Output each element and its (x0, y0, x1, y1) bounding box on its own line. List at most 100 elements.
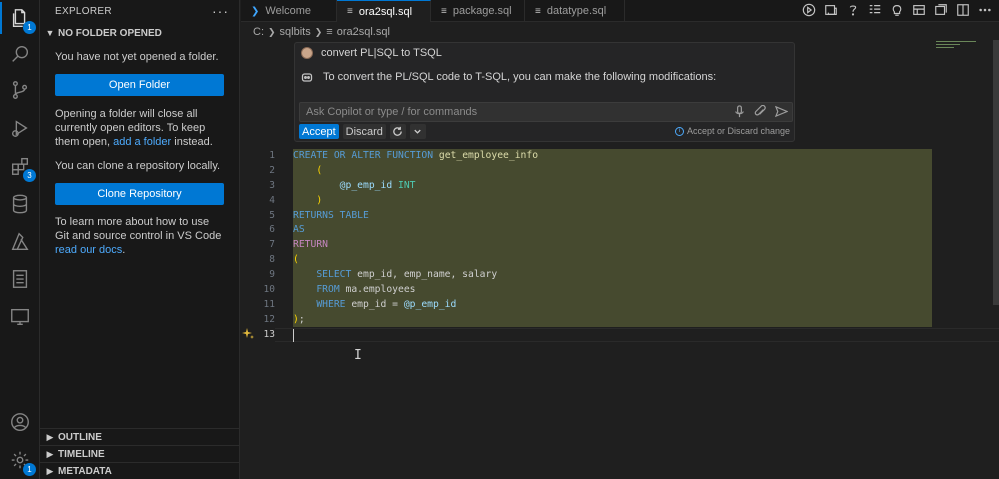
timeline-section[interactable]: ▶ TIMELINE (40, 445, 239, 462)
chevron-right-icon: ▶ (46, 465, 54, 476)
metadata-section[interactable]: ▶ METADATA (40, 462, 239, 479)
discard-button[interactable]: Discard (342, 124, 386, 139)
tab-ora2sql[interactable]: ≡ ora2sql.sql (337, 0, 431, 22)
code-line[interactable]: ( (293, 253, 932, 268)
tab-welcome[interactable]: ❯ Welcome (241, 0, 337, 22)
new-query-icon[interactable] (933, 2, 949, 18)
line-number: 5 (269, 209, 275, 221)
vertical-scrollbar[interactable] (993, 40, 999, 305)
breadcrumb: C: ❯ sqlbits ❯ ≡ ora2sql.sql (253, 24, 390, 40)
run-icon[interactable] (801, 2, 817, 18)
split-editor-icon[interactable] (955, 2, 971, 18)
sidebar-title: EXPLORER (55, 5, 112, 17)
code-line[interactable]: CREATE OR ALTER FUNCTION get_employee_in… (293, 149, 932, 164)
code-line[interactable]: FROM ma.employees (293, 283, 932, 298)
sidebar-header: EXPLORER ··· (40, 0, 239, 22)
git-docs-end: . (122, 244, 126, 256)
file-icon: ≡ (441, 5, 447, 17)
chevron-down-icon[interactable] (409, 124, 426, 139)
source-control-icon[interactable] (8, 78, 32, 102)
outline-label: OUTLINE (58, 431, 102, 443)
database-icon[interactable] (8, 192, 32, 216)
chevron-right-icon: ❯ (268, 26, 276, 37)
code-line[interactable]: @p_emp_id INT (293, 179, 932, 194)
breadcrumb-folder[interactable]: sqlbits (280, 26, 311, 38)
extensions-icon[interactable]: 3 (8, 154, 36, 182)
extensions-badge: 3 (23, 169, 36, 182)
copilot-response-row: To convert the PL/SQL code to T-SQL, you… (301, 71, 716, 83)
settings-gear-icon[interactable]: 1 (8, 448, 36, 476)
git-docs-message: To learn more about how to use Git and s… (40, 215, 239, 257)
explorer-icon[interactable]: 1 (8, 6, 36, 34)
outline-section[interactable]: ▶ OUTLINE (40, 428, 239, 445)
section-title: NO FOLDER OPENED (58, 27, 162, 39)
microphone-icon[interactable] (733, 105, 746, 121)
editor-tabs: ❯ Welcome ≡ ora2sql.sql ≡ package.sql ≡ … (241, 0, 999, 22)
tab-label: ora2sql.sql (358, 5, 413, 18)
code-line[interactable]: WHERE emp_id = @p_emp_id (293, 298, 932, 313)
copilot-input[interactable]: Ask Copilot or type / for commands (299, 102, 793, 122)
line-number: 8 (269, 254, 275, 266)
code-content[interactable]: CREATE OR ALTER FUNCTION get_employee_in… (293, 149, 932, 343)
read-docs-link[interactable]: read our docs (55, 244, 122, 256)
run-debug-icon[interactable] (8, 116, 32, 140)
open-folder-button[interactable]: Open Folder (55, 74, 224, 96)
line-number: 11 (263, 298, 275, 310)
azure-icon[interactable] (8, 230, 32, 254)
line-number: 9 (269, 269, 275, 281)
line-number: 1 (269, 150, 275, 161)
file-icon: ≡ (535, 5, 541, 17)
tab-label: datatype.sql (546, 5, 607, 17)
copilot-inline-chat: convert PL|SQL to TSQL To convert the PL… (294, 42, 795, 142)
editor-toolbar (801, 2, 993, 18)
tab-package[interactable]: ≡ package.sql (431, 0, 525, 22)
open-folder-info-end: instead. (171, 136, 213, 148)
copilot-icon (301, 71, 313, 83)
code-line[interactable]: RETURNS TABLE (293, 209, 932, 224)
file-icon: ≡ (326, 26, 333, 38)
code-line[interactable]: AS (293, 223, 932, 238)
copilot-prompt: convert PL|SQL to TSQL (321, 47, 442, 59)
list-icon[interactable] (867, 2, 883, 18)
lightbulb-icon[interactable] (889, 2, 905, 18)
activity-bar: 1 3 1 (0, 0, 40, 479)
regenerate-icon[interactable] (389, 124, 406, 139)
copilot-response: To convert the PL/SQL code to T-SQL, you… (323, 71, 717, 83)
open-folder-info: Opening a folder will close all currentl… (40, 107, 239, 149)
chevron-right-icon: ▶ (46, 431, 54, 442)
no-folder-section[interactable]: ▼ NO FOLDER OPENED (40, 23, 239, 43)
chevron-right-icon: ❯ (314, 26, 323, 37)
explorer-badge: 1 (23, 21, 36, 34)
code-line[interactable]: ); (293, 313, 932, 328)
code-line[interactable] (293, 328, 932, 343)
search-icon[interactable] (8, 42, 32, 66)
code-line[interactable]: RETURN (293, 238, 932, 253)
breadcrumb-file[interactable]: ora2sql.sql (337, 26, 390, 38)
tab-label: package.sql (452, 5, 512, 17)
connect-icon[interactable] (823, 2, 839, 18)
remote-explorer-icon[interactable] (8, 305, 32, 329)
minimap[interactable] (936, 41, 992, 55)
layout-icon[interactable] (911, 2, 927, 18)
accept-button[interactable]: Accept (299, 124, 339, 139)
add-folder-link[interactable]: add a folder (113, 136, 171, 148)
notebook-icon[interactable] (8, 267, 32, 291)
clone-repository-button[interactable]: Clone Repository (55, 183, 224, 205)
more-actions-icon[interactable]: ··· (212, 3, 229, 19)
send-icon[interactable] (774, 105, 789, 121)
metadata-label: METADATA (58, 465, 112, 477)
mouse-ibeam-cursor: I (354, 348, 362, 363)
attach-icon[interactable] (754, 104, 767, 121)
text-caret (293, 329, 294, 342)
clone-message: You can clone a repository locally. (55, 160, 221, 172)
more-icon[interactable] (977, 2, 993, 18)
copilot-sparkle-icon[interactable] (242, 328, 254, 340)
help-icon[interactable] (845, 2, 861, 18)
code-line[interactable]: ) (293, 194, 932, 209)
account-icon[interactable] (8, 410, 32, 434)
code-line[interactable]: ( (293, 164, 932, 179)
breadcrumb-drive[interactable]: C: (253, 26, 264, 38)
tab-datatype[interactable]: ≡ datatype.sql (525, 0, 625, 22)
line-number: 4 (269, 194, 275, 206)
code-line[interactable]: SELECT emp_id, emp_name, salary (293, 268, 932, 283)
